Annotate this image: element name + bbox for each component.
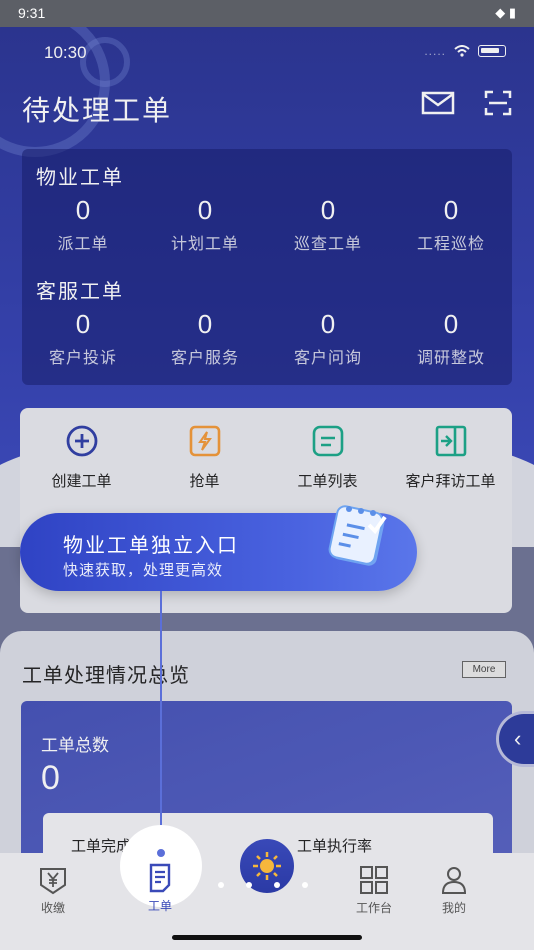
- create-order-button[interactable]: 创建工单: [20, 424, 143, 491]
- list-icon: [312, 425, 343, 457]
- lightning-icon: [189, 425, 220, 457]
- tooltip-title: 物业工单独立入口: [63, 535, 239, 557]
- page-dot: [246, 882, 252, 888]
- stat-label: 工程巡检: [416, 236, 485, 253]
- decor-ring-small: [80, 37, 130, 87]
- guide-dot: [155, 847, 167, 859]
- stat-label: 客户问询: [293, 350, 362, 367]
- stat-value: 0: [197, 309, 213, 339]
- stat-inquiry[interactable]: 0 客户问询: [267, 309, 389, 368]
- yen-box-icon: [40, 868, 66, 895]
- stat-value: 0: [443, 195, 459, 225]
- notepad-illustration-icon: [328, 505, 387, 566]
- tooltip-subtitle: 快速获取，处理更高效: [63, 562, 224, 579]
- plus-circle-icon: [66, 425, 97, 457]
- scan-icon[interactable]: [484, 89, 512, 117]
- stat-planned[interactable]: 0 计划工单: [144, 195, 266, 254]
- stat-label: 派工单: [57, 236, 109, 253]
- stat-dispatch[interactable]: 0 派工单: [22, 195, 144, 254]
- stats-panel: 物业工单 0 派工单 0 计划工单 0 巡查工单 0 工程巡检 客服工单 0 客户投诉 0…: [22, 149, 512, 385]
- grid-icon: [360, 866, 388, 894]
- stat-label: 客户投诉: [48, 350, 117, 367]
- tab-label: 工单: [147, 899, 172, 913]
- chevron-left-icon: ‹: [514, 726, 522, 751]
- stat-label: 计划工单: [170, 236, 239, 253]
- visit-door-icon: [435, 425, 466, 457]
- stat-label: 客户服务: [170, 350, 239, 367]
- tab-workbench[interactable]: 工作台: [334, 865, 414, 916]
- page-title: 待处理工单: [22, 95, 173, 126]
- stat-engineering[interactable]: 0 工程巡检: [390, 195, 512, 254]
- page-dot: [274, 882, 280, 888]
- stat-label: 巡查工单: [293, 236, 362, 253]
- guide-line: [160, 591, 162, 853]
- grab-order-button[interactable]: 抢单: [143, 424, 266, 491]
- page-dot: [218, 882, 224, 888]
- tab-mine[interactable]: 我的: [414, 865, 494, 916]
- stat-value: 0: [197, 195, 213, 225]
- stat-service[interactable]: 0 客户服务: [144, 309, 266, 368]
- tab-label: 收缴: [40, 901, 65, 915]
- stat-value: 0: [443, 309, 459, 339]
- action-label: 客户拜访工单: [405, 473, 496, 490]
- overview-title: 工单处理情况总览: [22, 665, 190, 687]
- stat-label: 调研整改: [416, 350, 485, 367]
- action-label: 创建工单: [51, 473, 112, 490]
- signal-icon: .....: [424, 44, 446, 58]
- total-orders-label: 工单总数: [41, 736, 109, 755]
- system-time: 9:31: [18, 5, 46, 21]
- mail-icon[interactable]: [421, 89, 455, 117]
- stat-value: 0: [75, 195, 91, 225]
- order-list-button[interactable]: 工单列表: [266, 424, 389, 491]
- action-label: 工单列表: [297, 473, 358, 490]
- stats-group-title: 客服工单: [36, 281, 124, 303]
- system-status-icons: ◆ ▮: [495, 5, 516, 20]
- tab-label: 我的: [441, 901, 466, 915]
- stat-complaint[interactable]: 0 客户投诉: [22, 309, 144, 368]
- home-indicator[interactable]: [172, 935, 362, 940]
- stat-rectify[interactable]: 0 调研整改: [390, 309, 512, 368]
- customer-visit-button[interactable]: 客户拜访工单: [389, 424, 512, 491]
- tab-label: 工作台: [355, 901, 392, 915]
- tab-collect[interactable]: 收缴: [13, 865, 93, 916]
- page-dot: [302, 882, 308, 888]
- document-icon: [149, 863, 171, 893]
- inner-status-icons: .....: [424, 44, 506, 58]
- stat-value: 0: [75, 309, 91, 339]
- stat-value: 0: [320, 195, 336, 225]
- person-icon: [441, 867, 467, 894]
- inner-status-time: 10:30: [44, 43, 87, 62]
- stat-patrol[interactable]: 0 巡查工单: [267, 195, 389, 254]
- stats-group-title: 物业工单: [36, 167, 124, 189]
- wifi-icon: [454, 45, 470, 57]
- total-orders-value: 0: [41, 759, 60, 797]
- more-button[interactable]: More: [462, 661, 506, 678]
- tab-work-order[interactable]: 工单: [120, 863, 200, 914]
- battery-icon: [478, 45, 506, 57]
- app-screen: 10:30 ..... 待处理工单 物业工单 0 派工单 0 计划工单 0 巡查工单 …: [0, 27, 534, 950]
- system-status-bar: 9:31 ◆ ▮: [0, 0, 534, 27]
- action-label: 抢单: [189, 473, 220, 490]
- stat-value: 0: [320, 309, 336, 339]
- page-indicator: [218, 882, 308, 888]
- sun-icon: [253, 852, 281, 880]
